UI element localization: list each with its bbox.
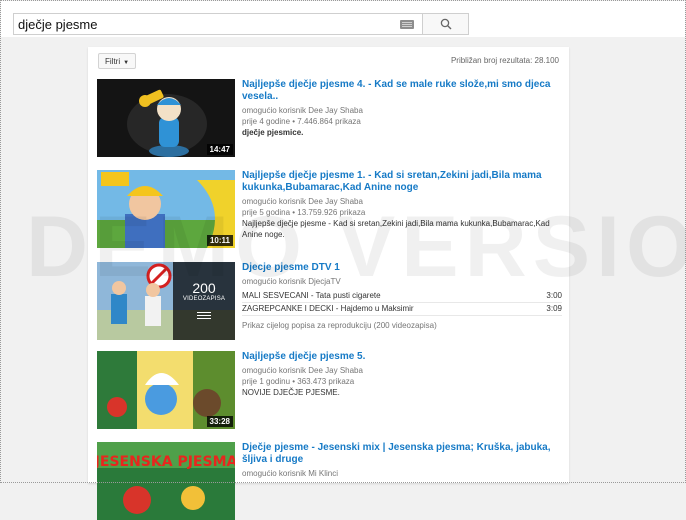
channel-name[interactable]: omogućio korisnik Dee Jay Shaba xyxy=(242,196,562,207)
playlist-video-count: 200 xyxy=(192,280,216,296)
results-panel: Filtri ▼ Približan broj rezultata: 28.100… xyxy=(88,47,569,520)
playlist-title-link[interactable]: Djecje pjesme DTV 1 xyxy=(242,262,562,274)
channel-name[interactable]: omogućio korisnik Mi Klinci xyxy=(242,468,562,479)
video-thumbnail[interactable]: 33:28 xyxy=(97,351,235,429)
playlist-item-duration: 3:00 xyxy=(546,291,562,300)
video-duration: 33:28 xyxy=(206,416,233,427)
upload-age-views: prije 1 godinu • 363.473 prikaza xyxy=(242,377,355,386)
playlist-thumbnail[interactable]: 200 VIDEOZAPISA xyxy=(97,262,235,340)
video-thumbnail[interactable]: 14:47 xyxy=(97,79,235,157)
result-info: Dječje pjesme - Jesenski mix | Jesenska … xyxy=(242,442,562,479)
playlist-overlay: 200 VIDEOZAPISA xyxy=(173,262,235,340)
result-info: Najljepše dječje pjesme 4. - Kad se male… xyxy=(242,79,562,138)
playlist-item[interactable]: MALI SESVECANI - Tata pusti cigarete 3:0… xyxy=(242,290,562,303)
upload-age-views: prije 5 godina • 13.759.926 prikaza xyxy=(242,208,366,217)
thumbnail-caption: JESENSKA PJESMA xyxy=(97,454,235,470)
search-query: dječje pjesme xyxy=(18,17,98,32)
video-duration: 14:47 xyxy=(206,144,233,155)
filter-button[interactable]: Filtri ▼ xyxy=(98,53,137,69)
playlist-item[interactable]: ZAGREPCANKE I DECKI - Hajdemo u Maksimir… xyxy=(242,303,562,316)
upload-age-views: prije 4 godine • 7.446.864 prikaza xyxy=(242,117,361,126)
playlist-item-title: MALI SESVECANI - Tata pusti cigarete xyxy=(242,291,381,300)
search-icon xyxy=(440,18,452,30)
video-title-link[interactable]: Dječje pjesme - Jesenski mix | Jesenska … xyxy=(242,442,562,466)
playlist-item-title: ZAGREPCANKE I DECKI - Hajdemo u Maksimir xyxy=(242,304,414,313)
playlist-item-duration: 3:09 xyxy=(546,304,562,313)
result-info: Djecje pjesme DTV 1 omogućio korisnik Dj… xyxy=(242,262,562,330)
video-title-link[interactable]: Najljepše dječje pjesme 4. - Kad se male… xyxy=(242,79,562,103)
playlist-video-count-label: VIDEOZAPISA xyxy=(182,296,226,302)
video-duration: 10:11 xyxy=(206,235,233,246)
channel-name[interactable]: omogućio korisnik Dee Jay Shaba xyxy=(242,105,562,116)
top-bar: dječje pjesme xyxy=(1,1,685,37)
video-title-link[interactable]: Najljepše dječje pjesme 5. xyxy=(242,351,562,363)
playlist-icon xyxy=(197,312,211,320)
result-info: Najljepše dječje pjesme 1. - Kad si sret… xyxy=(242,170,562,240)
autumn-thumbnail-art: JESENSKA PJESMA xyxy=(97,442,235,520)
view-full-playlist-link[interactable]: Prikaz cijelog popisa za reprodukciju (2… xyxy=(242,321,562,330)
video-title-link[interactable]: Najljepše dječje pjesme 1. - Kad si sret… xyxy=(242,170,562,194)
video-thumbnail[interactable]: 10:11 xyxy=(97,170,235,248)
video-description: Najljepše dječje pjesme - Kad si sretan,… xyxy=(242,219,550,239)
filter-label: Filtri xyxy=(105,57,121,66)
caret-down-icon: ▼ xyxy=(123,60,130,66)
search-button[interactable] xyxy=(423,13,469,35)
keyboard-icon[interactable] xyxy=(400,20,414,29)
search-input[interactable]: dječje pjesme xyxy=(13,13,423,35)
video-description: dječje pjesmice. xyxy=(242,128,304,137)
result-info: Najljepše dječje pjesme 5. omogućio kori… xyxy=(242,351,562,398)
video-description: NOVIJE DJEČJE PJESME. xyxy=(242,388,340,397)
video-thumbnail[interactable]: JESENSKA PJESMA xyxy=(97,442,235,520)
channel-name[interactable]: omogućio korisnik DjecjaTV xyxy=(242,276,562,287)
channel-name[interactable]: omogućio korisnik Dee Jay Shaba xyxy=(242,365,562,376)
result-count: Približan broj rezultata: 28.100 xyxy=(450,56,559,65)
